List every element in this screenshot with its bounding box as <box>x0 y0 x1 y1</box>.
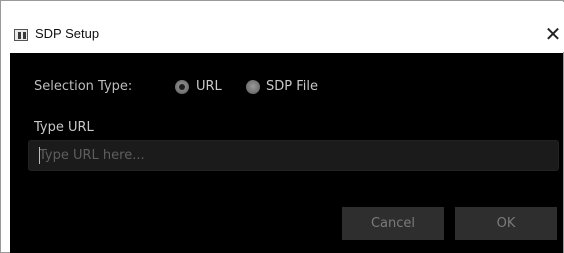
sdp-file-radio-label[interactable]: SDP File <box>266 79 318 94</box>
type-url-label: Type URL <box>34 120 94 135</box>
url-input[interactable] <box>28 140 559 171</box>
window-title: SDP Setup <box>35 26 100 41</box>
ok-button[interactable]: OK <box>455 207 557 240</box>
selection-type-label: Selection Type: <box>34 79 133 94</box>
text-caret <box>39 147 40 164</box>
title-bar[interactable]: SDP Setup ✕ <box>2 2 564 52</box>
close-icon[interactable]: ✕ <box>542 22 564 46</box>
dialog-content: Selection Type: URL SDP File Type URL Ca… <box>10 53 563 253</box>
cancel-button[interactable]: Cancel <box>342 207 444 240</box>
sdp-setup-dialog: SDP Setup ✕ Selection Type: URL SDP File… <box>0 0 564 253</box>
url-radio-label[interactable]: URL <box>196 79 222 94</box>
app-icon <box>14 29 28 41</box>
url-radio-button[interactable] <box>175 80 189 94</box>
sdp-file-radio-button[interactable] <box>246 80 260 94</box>
